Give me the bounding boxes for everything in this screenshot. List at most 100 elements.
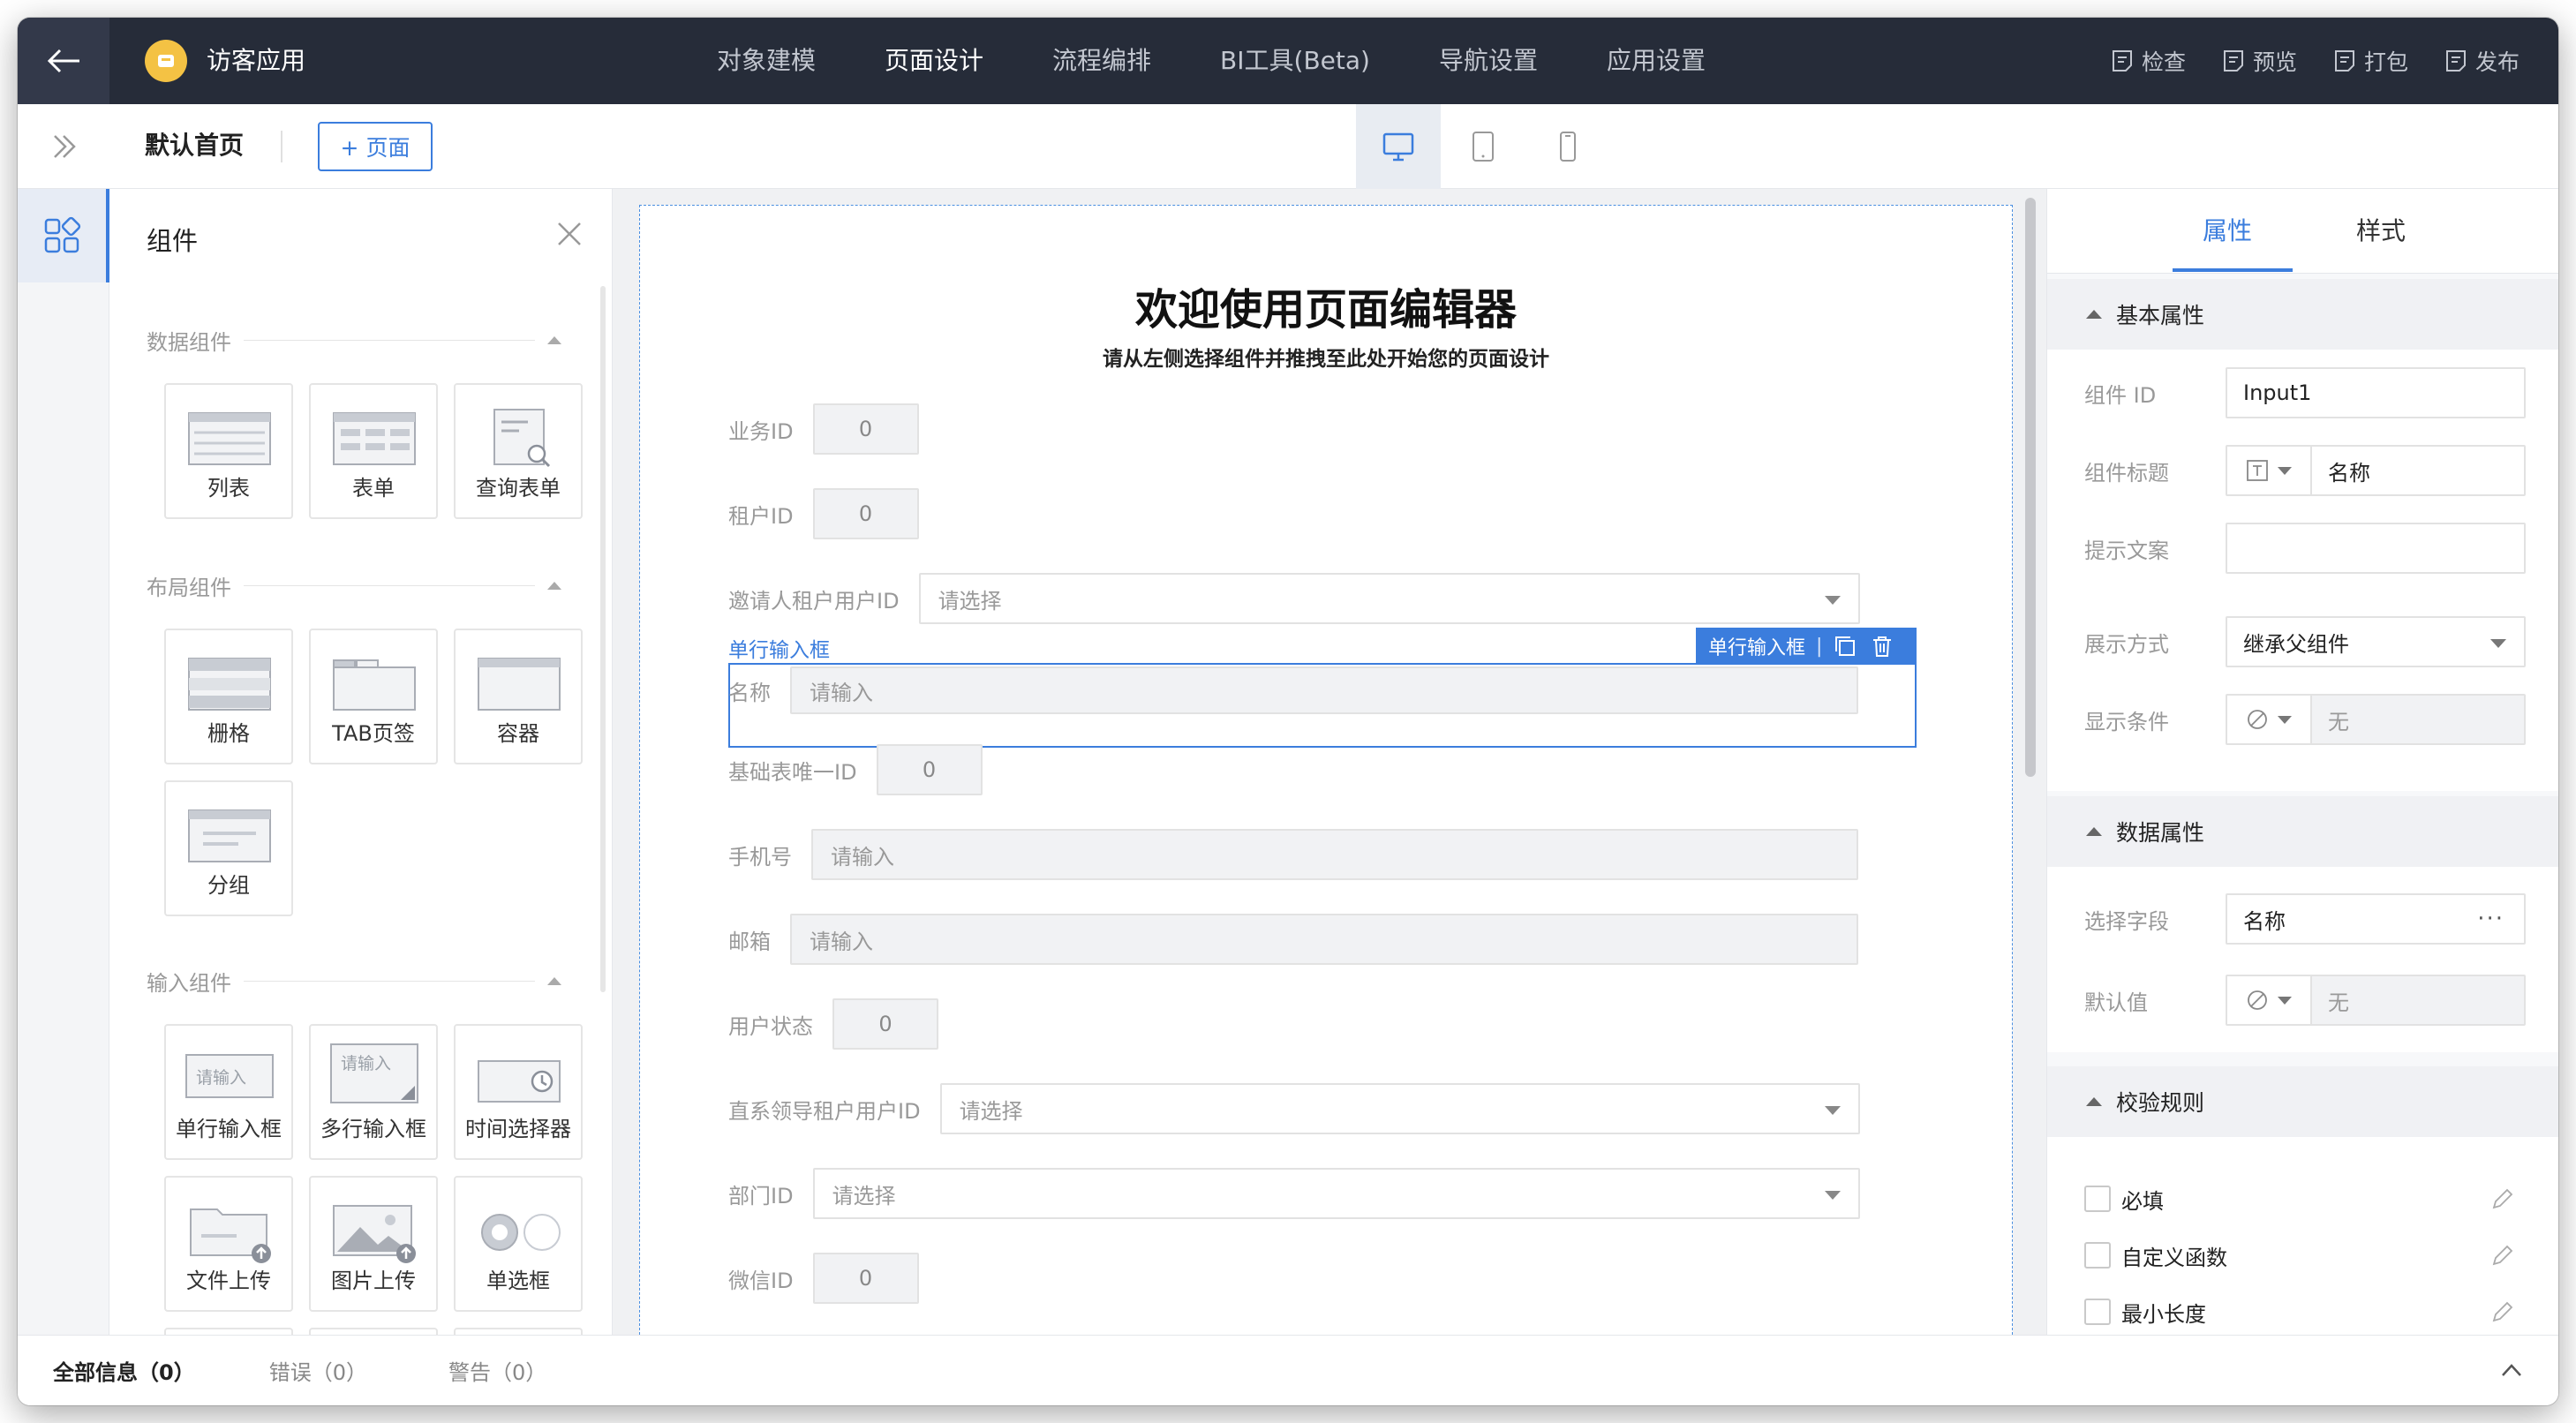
tile-label: 表单 — [352, 476, 395, 501]
package-button[interactable]: 打包 — [2332, 45, 2408, 77]
pencil-icon[interactable] — [2490, 1186, 2515, 1211]
collapse-caret-icon — [2086, 1097, 2102, 1106]
tab-style[interactable]: 样式 — [2356, 212, 2406, 247]
condition-type-dropdown[interactable] — [2227, 696, 2312, 743]
display-condition-field[interactable]: 无 — [2226, 694, 2526, 745]
current-page-name[interactable]: 默认首页 — [145, 129, 244, 162]
department-id-select[interactable]: 请选择 — [812, 1168, 1860, 1219]
direct-leader-id-select[interactable]: 请选择 — [939, 1083, 1860, 1134]
pencil-icon[interactable] — [2490, 1243, 2515, 1268]
tenant-id-input[interactable]: 0 — [812, 488, 919, 539]
text-type-icon — [2247, 460, 2268, 481]
nav-navigation-settings[interactable]: 导航设置 — [1439, 18, 1538, 104]
publish-button[interactable]: 发布 — [2444, 45, 2520, 77]
component-group[interactable]: 分组 — [164, 780, 293, 916]
component-query-form[interactable]: 查询表单 — [454, 383, 583, 519]
pencil-icon[interactable] — [2490, 1299, 2515, 1324]
required-checkbox[interactable] — [2084, 1186, 2111, 1212]
tile-label: 容器 — [497, 721, 539, 746]
components-scrollbar[interactable] — [600, 286, 606, 992]
prop-label: 默认值 — [2084, 990, 2148, 1015]
check-button[interactable]: 检查 — [2110, 45, 2186, 77]
disabled-circle-icon — [2248, 710, 2267, 729]
radio-icon — [481, 1214, 561, 1251]
component-image-upload[interactable]: 图片上传 — [309, 1176, 438, 1312]
tab-errors[interactable]: 错误（0） — [269, 1355, 367, 1386]
trash-icon[interactable] — [1870, 634, 1894, 659]
component-time-picker[interactable]: 时间选择器 — [454, 1024, 583, 1160]
tab-warnings[interactable]: 警告（0） — [448, 1355, 546, 1386]
component-tab[interactable]: TAB页签 — [309, 629, 438, 764]
default-value-field[interactable]: 无 — [2226, 975, 2526, 1026]
component-grid[interactable]: 栅格 — [164, 629, 293, 764]
canvas-title: 欢迎使用页面编辑器 — [1134, 285, 1517, 335]
mobile-view-button[interactable] — [1525, 104, 1610, 189]
tablet-view-button[interactable] — [1441, 104, 1525, 189]
desktop-view-button[interactable] — [1356, 104, 1441, 189]
double-chevron-right-icon[interactable] — [49, 131, 81, 162]
field-label: 基础表唯一ID — [728, 759, 857, 785]
back-button[interactable] — [18, 18, 109, 104]
file-upload-icon — [190, 1208, 271, 1263]
phone-input[interactable]: 请输入 — [811, 829, 1858, 880]
component-title-input[interactable]: 名称 — [2226, 445, 2526, 496]
nav-page-design[interactable]: 页面设计 — [885, 18, 983, 104]
disabled-circle-icon — [2248, 990, 2267, 1010]
default-type-dropdown[interactable] — [2227, 976, 2312, 1024]
tab-properties[interactable]: 属性 — [2203, 212, 2252, 247]
custom-function-checkbox[interactable] — [2084, 1242, 2111, 1269]
nav-object-modeling[interactable]: 对象建模 — [717, 18, 816, 104]
section-validation-rules[interactable]: 校验规则 — [2047, 1066, 2558, 1137]
email-input[interactable]: 请输入 — [790, 914, 1858, 965]
page-canvas[interactable]: 欢迎使用页面编辑器 请从左侧选择组件并推拽至此处开始您的页面设计 业务ID 0 … — [639, 205, 2013, 1352]
more-icon[interactable]: ··· — [2477, 906, 2504, 932]
name-input[interactable]: 请输入 — [790, 666, 1858, 714]
section-input-components[interactable]: 输入组件 — [147, 966, 561, 997]
min-length-checkbox[interactable] — [2084, 1299, 2111, 1325]
component-container[interactable]: 容器 — [454, 629, 583, 764]
chevron-down-icon — [2278, 715, 2292, 724]
component-radio[interactable]: 单选框 — [454, 1176, 583, 1312]
selected-component-toolbar: 单行输入框 | — [1696, 628, 1917, 665]
hint-text-input[interactable] — [2226, 523, 2526, 574]
component-id-input[interactable]: Input1 — [2226, 367, 2526, 418]
base-table-id-input[interactable]: 0 — [876, 744, 983, 795]
section-data-properties[interactable]: 数据属性 — [2047, 796, 2558, 867]
close-icon[interactable] — [556, 221, 583, 247]
component-list[interactable]: 列表 — [164, 383, 293, 519]
user-status-input[interactable]: 0 — [832, 998, 938, 1050]
device-switcher — [1356, 104, 1610, 189]
wechat-id-input[interactable]: 0 — [812, 1253, 919, 1304]
prop-select-field: 选择字段 名称 ··· — [2084, 893, 2526, 945]
mobile-icon — [1560, 132, 1576, 162]
display-mode-select[interactable]: 继承父组件 — [2226, 616, 2526, 667]
component-more-1[interactable] — [164, 1328, 293, 1335]
form-row-department-id: 部门ID 请选择 — [728, 1168, 1860, 1219]
add-page-button[interactable]: + 页面 — [318, 122, 433, 171]
component-multi-line-input[interactable]: 请输入 多行输入框 — [309, 1024, 438, 1160]
nav-process-orchestration[interactable]: 流程编排 — [1052, 18, 1151, 104]
nav-app-settings[interactable]: 应用设置 — [1607, 18, 1706, 104]
tab-all-messages[interactable]: 全部信息（0） — [53, 1355, 195, 1386]
select-field-input[interactable]: 名称 ··· — [2226, 893, 2526, 945]
title-type-dropdown[interactable] — [2227, 447, 2312, 494]
copy-icon[interactable] — [1833, 634, 1857, 659]
inviter-id-select[interactable]: 请选择 — [918, 573, 1860, 624]
component-form[interactable]: 表单 — [309, 383, 438, 519]
components-rail-button[interactable] — [18, 189, 109, 282]
component-single-line-input[interactable]: 请输入 单行输入框 — [164, 1024, 293, 1160]
section-layout-components[interactable]: 布局组件 — [147, 570, 561, 601]
component-file-upload[interactable]: 文件上传 — [164, 1176, 293, 1312]
nav-bi-tool[interactable]: BI工具(Beta) — [1220, 18, 1370, 104]
component-more-2[interactable] — [309, 1328, 438, 1335]
canvas-scrollbar[interactable] — [2025, 198, 2036, 777]
validation-rules-body: 必填 自定义函数 最小长度 — [2047, 1137, 2558, 1335]
tile-label: 单选框 — [486, 1269, 550, 1293]
business-id-input[interactable]: 0 — [812, 403, 919, 455]
preview-button[interactable]: 预览 — [2221, 45, 2297, 77]
section-data-components[interactable]: 数据组件 — [147, 325, 561, 356]
section-basic-properties[interactable]: 基本属性 — [2047, 279, 2558, 350]
component-more-3[interactable] — [454, 1328, 583, 1335]
chevron-up-icon[interactable] — [2500, 1362, 2523, 1378]
prop-label: 组件 ID — [2084, 382, 2157, 408]
